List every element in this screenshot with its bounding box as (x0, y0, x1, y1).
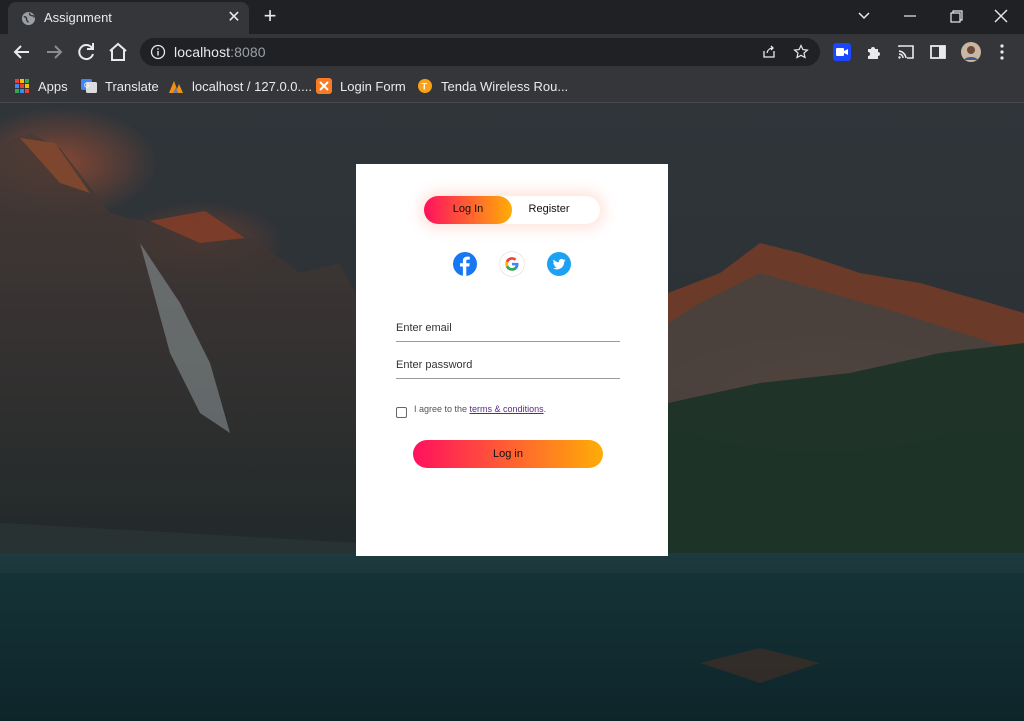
svg-text:G: G (84, 83, 89, 90)
google-translate-icon: G (81, 79, 97, 93)
xampp-icon (316, 78, 332, 94)
forward-arrow-icon[interactable] (42, 40, 66, 64)
google-icon[interactable] (499, 251, 525, 277)
twitter-icon[interactable] (546, 251, 572, 277)
reload-icon[interactable] (74, 40, 98, 64)
terms-agreement-text: I agree to the terms & conditions. (414, 404, 546, 414)
login-register-toggle: Log In Register (424, 196, 600, 224)
apps-grid-icon (15, 79, 29, 93)
tab-title: Assignment (44, 10, 112, 25)
bookmark-label: Translate (105, 78, 159, 94)
bookmark-label: Login Form (340, 78, 406, 94)
phpmyadmin-icon (169, 81, 183, 93)
new-tab-icon[interactable]: + (258, 4, 282, 28)
page-viewport: Log In Register I agree to the terms & c… (0, 103, 1024, 721)
bookmark-label: Tenda Wireless Rou... (441, 78, 569, 94)
bookmark-apps[interactable]: Apps (14, 77, 68, 95)
register-tab[interactable]: Register (505, 203, 593, 215)
bookmarks-bar: Apps G Translate localhost / 127.0.0....… (0, 70, 1024, 103)
address-bar[interactable]: localhost:8080 (140, 38, 820, 66)
cast-icon[interactable] (896, 42, 916, 62)
menu-kebab-icon[interactable] (992, 42, 1012, 62)
globe-icon (21, 11, 36, 26)
bookmark-label: localhost / 127.0.0.... (192, 78, 312, 94)
bookmark-login-form[interactable]: Login Form (316, 77, 406, 95)
bookmark-label: Apps (38, 78, 68, 94)
terms-checkbox[interactable] (396, 407, 407, 418)
bookmark-phpmyadmin[interactable]: localhost / 127.0.0.... (168, 77, 312, 95)
share-icon[interactable] (761, 44, 777, 60)
url-text: localhost:8080 (174, 44, 266, 60)
tab-assignment[interactable]: Assignment ✕ (8, 2, 249, 34)
url-port: :8080 (230, 44, 266, 60)
facebook-icon[interactable] (452, 251, 478, 277)
terms-suffix: . (543, 404, 547, 414)
password-field[interactable] (396, 352, 620, 379)
extensions-puzzle-icon[interactable] (864, 42, 884, 62)
back-arrow-icon[interactable] (10, 40, 34, 64)
bookmark-star-icon[interactable] (793, 44, 809, 60)
profile-avatar-icon[interactable] (960, 41, 982, 63)
terms-link[interactable]: terms & conditions (470, 404, 544, 414)
bookmark-tenda[interactable]: T Tenda Wireless Rou... (417, 77, 568, 95)
browser-toolbar: localhost:8080 (0, 34, 1024, 70)
tenda-icon: T (418, 79, 432, 93)
home-icon[interactable] (106, 40, 130, 64)
site-info-icon[interactable] (150, 44, 166, 60)
login-submit-button[interactable]: Log in (413, 440, 603, 468)
minimize-icon[interactable] (896, 4, 924, 28)
restore-icon[interactable] (942, 4, 970, 28)
close-tab-icon[interactable]: ✕ (224, 8, 244, 28)
url-host: localhost (174, 44, 231, 60)
side-panel-icon[interactable] (928, 42, 948, 62)
bookmark-translate[interactable]: G Translate (81, 77, 159, 95)
svg-text:T: T (422, 82, 428, 92)
close-window-icon[interactable] (987, 4, 1015, 28)
terms-prefix: I agree to the (414, 404, 470, 414)
tab-strip: Assignment ✕ + (0, 0, 1024, 34)
login-card: Log In Register I agree to the terms & c… (356, 164, 668, 556)
meet-extension-icon[interactable] (832, 42, 852, 62)
login-tab[interactable]: Log In (424, 203, 512, 215)
tab-search-chevron-icon[interactable] (850, 4, 878, 28)
email-field[interactable] (396, 315, 620, 342)
